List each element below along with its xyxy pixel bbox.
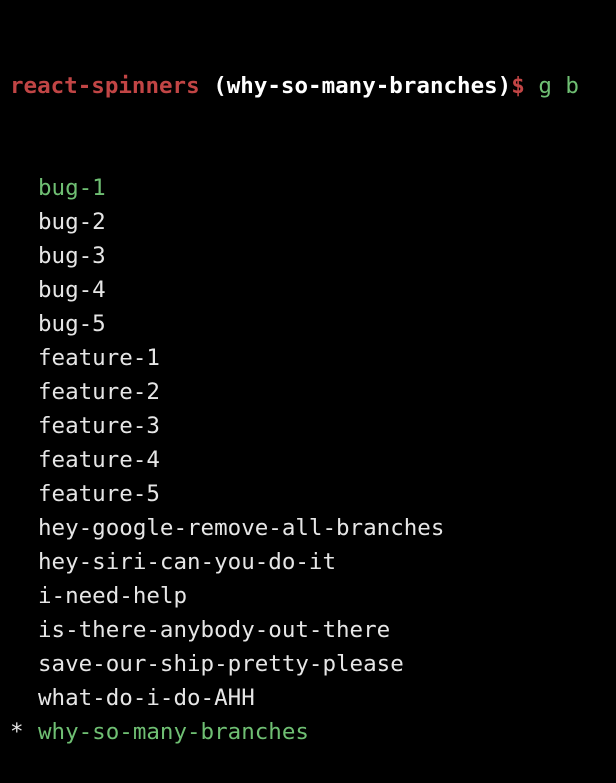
- branch-name: bug-1: [38, 175, 106, 201]
- prompt-line: react-spinners (why-so-many-branches)$ g…: [10, 69, 616, 103]
- branch-list-item: hey-siri-can-you-do-it: [10, 545, 616, 579]
- branch-list-item: bug-5: [10, 307, 616, 341]
- branch-name: hey-siri-can-you-do-it: [38, 549, 337, 575]
- branch-name: feature-4: [38, 447, 160, 473]
- branch-name: i-need-help: [38, 583, 188, 609]
- branch-list-item: bug-3: [10, 239, 616, 273]
- terminal-window[interactable]: react-spinners (why-so-many-branches)$ g…: [0, 0, 616, 745]
- branch-list-item: save-our-ship-pretty-please: [10, 647, 616, 681]
- branch-name: why-so-many-branches: [38, 719, 309, 745]
- branch-list: bug-1 bug-2 bug-3 bug-4 bug-5 feature-1 featur…: [10, 171, 616, 749]
- branch-name: bug-5: [38, 311, 106, 337]
- branch-list-item: feature-5: [10, 477, 616, 511]
- branch-name: save-our-ship-pretty-please: [38, 651, 404, 677]
- branch-name: feature-1: [38, 345, 160, 371]
- branch-list-item: hey-google-remove-all-branches: [10, 511, 616, 545]
- branch-list-item: feature-3: [10, 409, 616, 443]
- typed-command: g b: [538, 73, 579, 99]
- current-branch-marker: *: [10, 719, 24, 745]
- branch-list-item: * why-so-many-branches: [10, 715, 616, 749]
- branch-name: feature-2: [38, 379, 160, 405]
- branch-list-item: feature-4: [10, 443, 616, 477]
- branch-name: feature-5: [38, 481, 160, 507]
- prompt-current-branch: (why-so-many-branches): [213, 73, 512, 99]
- branch-name: is-there-anybody-out-there: [38, 617, 391, 643]
- prompt-symbol: $: [511, 73, 525, 99]
- branch-list-item: feature-1: [10, 341, 616, 375]
- branch-name: what-do-i-do-AHH: [38, 685, 255, 711]
- branch-list-item: is-there-anybody-out-there: [10, 613, 616, 647]
- branch-list-item: bug-2: [10, 205, 616, 239]
- branch-name: bug-4: [38, 277, 106, 303]
- branch-list-item: what-do-i-do-AHH: [10, 681, 616, 715]
- prompt-directory: react-spinners: [10, 73, 200, 99]
- branch-list-item: bug-1: [10, 171, 616, 205]
- branch-name: feature-3: [38, 413, 160, 439]
- branch-name: bug-2: [38, 209, 106, 235]
- branch-list-item: i-need-help: [10, 579, 616, 613]
- branch-list-item: feature-2: [10, 375, 616, 409]
- branch-list-item: bug-4: [10, 273, 616, 307]
- branch-name: hey-google-remove-all-branches: [38, 515, 445, 541]
- branch-name: bug-3: [38, 243, 106, 269]
